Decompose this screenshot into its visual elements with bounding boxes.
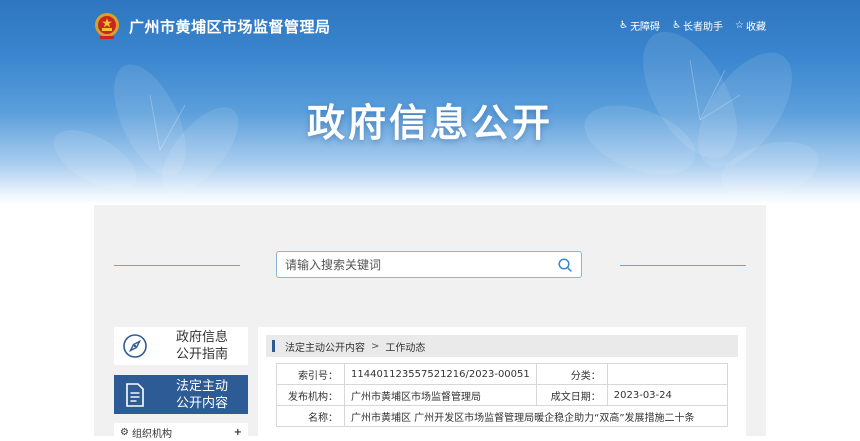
accessibility-icon: ♿ — [619, 20, 629, 31]
top-bar: 广州市黄埔区市场监督管理局 ♿ 无障碍 ♿ 长者助手 ☆ 收藏 — [0, 0, 860, 52]
breadcrumb-separator: > — [371, 340, 380, 352]
utility-links: ♿ 无障碍 ♿ 长者助手 ☆ 收藏 — [619, 18, 766, 33]
document-meta-table: 索引号： 114401123557521216/2023-00051 分类： 发… — [276, 363, 729, 427]
favorite-link[interactable]: ☆ 收藏 — [735, 18, 766, 33]
active-label-line2: 公开内容 — [175, 395, 228, 411]
publisher-value: 广州市黄埔区市场监督管理局 — [344, 384, 537, 406]
elder-assist-icon: ♿ — [672, 20, 682, 31]
search-box — [276, 251, 582, 278]
search-icon[interactable] — [557, 257, 573, 273]
national-emblem-icon — [95, 13, 119, 39]
name-value: 广州市黄埔区 广州开发区市场监督管理局暖企稳企助力“双高”发展措施二十条 — [344, 405, 728, 427]
content-panel: 政府信息 公开指南 法定主动 公开内容 ⚙ 组织机构 + 法定主动公开内容 > … — [94, 205, 766, 441]
compass-icon — [123, 334, 147, 358]
breadcrumb: 法定主动公开内容 > 工作动态 — [266, 335, 738, 357]
site-title[interactable]: 广州市黄埔区市场监督管理局 — [129, 16, 331, 37]
elder-assist-label: 长者助手 — [683, 22, 724, 33]
hero-banner: 广州市黄埔区市场监督管理局 ♿ 无障碍 ♿ 长者助手 ☆ 收藏 政府信息公开 — [0, 0, 860, 205]
document-icon — [126, 382, 144, 407]
table-row: 名称： 广州市黄埔区 广州开发区市场监督管理局暖企稳企助力“双高”发展措施二十条 — [276, 405, 728, 427]
sidebar-item-organization[interactable]: ⚙ 组织机构 + — [114, 423, 248, 441]
accessibility-label: 无障碍 — [630, 22, 661, 33]
organization-label: 组织机构 — [131, 428, 172, 440]
breadcrumb-link-statutory[interactable]: 法定主动公开内容 — [285, 339, 365, 354]
table-row: 索引号： 114401123557521216/2023-00051 分类： — [276, 363, 729, 385]
name-key: 名称： — [276, 405, 345, 427]
index-key: 索引号： — [276, 363, 345, 385]
date-value: 2023-03-24 — [606, 384, 729, 406]
elder-assist-link[interactable]: ♿ 长者助手 — [672, 18, 723, 33]
detail-content: 法定主动公开内容 > 工作动态 索引号： 114401123557521216/… — [258, 327, 746, 436]
guide-label-line1: 政府信息 — [175, 330, 228, 345]
guide-label-line2: 公开指南 — [175, 347, 228, 362]
hero-heading: 政府信息公开 — [306, 101, 553, 145]
search-divider-left — [114, 265, 240, 266]
breadcrumb-link-work-news[interactable]: 工作动态 — [385, 339, 425, 354]
active-label-line1: 法定主动 — [175, 378, 228, 394]
sidebar-item-statutory-disclosure[interactable]: 法定主动 公开内容 — [114, 375, 248, 414]
accessibility-link[interactable]: ♿ 无障碍 — [619, 18, 660, 33]
category-key: 分类： — [535, 363, 608, 385]
table-row: 发布机构： 广州市黄埔区市场监督管理局 成文日期： 2023-03-24 — [276, 384, 729, 406]
index-value: 114401123557521216/2023-00051 — [344, 363, 537, 385]
sidebar-item-disclosure-guide[interactable]: 政府信息 公开指南 — [114, 327, 248, 365]
publisher-key: 发布机构： — [276, 384, 345, 406]
date-key: 成文日期： — [535, 384, 608, 406]
breadcrumb-marker — [272, 340, 275, 352]
category-value — [606, 363, 729, 385]
favorite-label: 收藏 — [746, 22, 766, 33]
search-input[interactable] — [277, 252, 545, 277]
search-divider-right — [620, 265, 746, 266]
star-icon: ☆ — [735, 20, 744, 31]
